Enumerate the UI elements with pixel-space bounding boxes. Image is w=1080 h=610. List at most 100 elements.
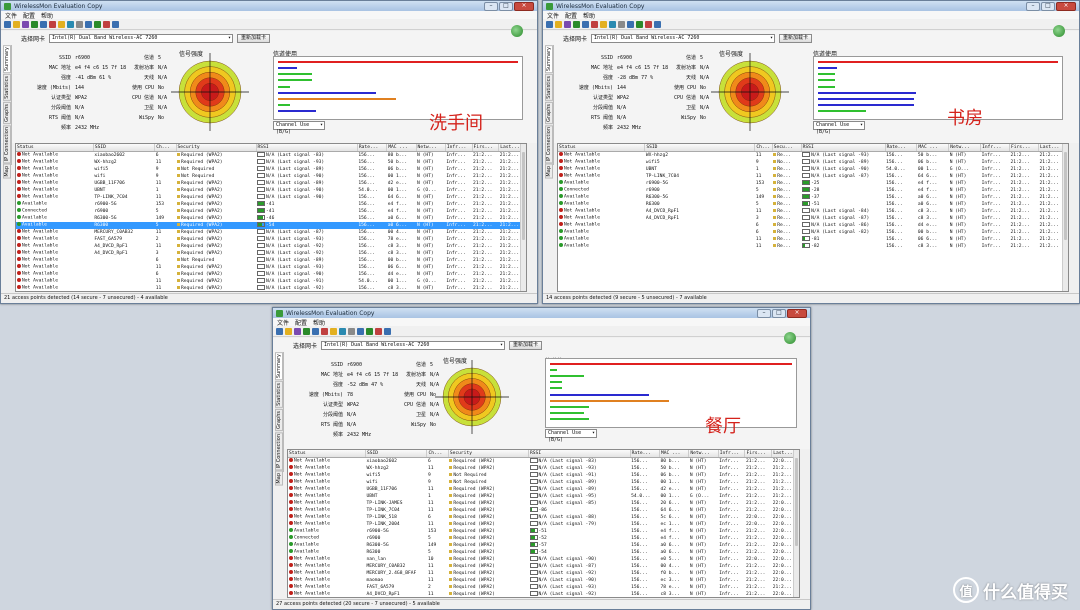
- table-row[interactable]: Available r6900-5G 153 Re... -25 156... e4 f..…: [558, 180, 1068, 187]
- scroll-thumb[interactable]: [522, 152, 525, 241]
- tab-summary[interactable]: Summary: [275, 352, 283, 381]
- toolbar-icon[interactable]: [49, 20, 56, 28]
- table-row[interactable]: Not Available wifi5 9 No... N/A (Last signal…: [558, 159, 1068, 166]
- toolbar-icon[interactable]: [67, 20, 74, 28]
- channel-use-select[interactable]: Channel Use (B/G): [273, 121, 325, 135]
- toolbar-icon[interactable]: [303, 327, 310, 335]
- table-row[interactable]: Available r6900-5G 153 Required (WPA2) -51 15…: [288, 528, 799, 535]
- table-row[interactable]: Not Available maomao 11 Required (WPA2) N/A …: [288, 577, 799, 584]
- column-header[interactable]: Status: [16, 144, 94, 152]
- toolbar-icon[interactable]: [76, 20, 83, 28]
- table-row[interactable]: Not Available TP-LINK_7C04 11 Required (WPA…: [288, 507, 799, 514]
- tab-map[interactable]: Map: [3, 164, 11, 179]
- toolbar-icon[interactable]: [645, 20, 652, 28]
- column-header[interactable]: Rate...: [630, 450, 660, 458]
- toolbar-icon[interactable]: [58, 20, 65, 28]
- tab-statistics[interactable]: Statistics: [545, 74, 553, 102]
- column-header[interactable]: Firs...: [1009, 144, 1039, 152]
- toolbar-icon[interactable]: [375, 327, 382, 335]
- close-button[interactable]: ×: [1056, 1, 1076, 11]
- toolbar-icon[interactable]: [94, 20, 101, 28]
- menu-item[interactable]: 帮助: [583, 11, 595, 20]
- menu-item[interactable]: 配置: [23, 11, 35, 20]
- table-row[interactable]: Not Available MERCURY_C0AB32 11 Required (W…: [288, 563, 799, 570]
- vertical-scrollbar[interactable]: [793, 450, 799, 597]
- toolbar-icon[interactable]: [591, 20, 598, 28]
- toolbar-icon[interactable]: [384, 327, 391, 335]
- table-row[interactable]: Available r6900-5G 153 Required (WPA2) -41 15…: [16, 201, 526, 208]
- vertical-scrollbar[interactable]: [1062, 144, 1068, 291]
- table-row[interactable]: Not Available 6 Required (WPA2) N/A (Last s…: [16, 271, 526, 278]
- column-header[interactable]: Ch...: [154, 144, 177, 152]
- table-row[interactable]: Not Available xiaobao2602 6 Required (WPA2)…: [288, 458, 799, 466]
- table-row[interactable]: Available R6300-5G 149 Required (WPA2) -57 15…: [288, 542, 799, 549]
- minimize-button[interactable]: –: [1026, 1, 1040, 11]
- table-row[interactable]: Not Available 6 Not Required N/A (Last sign…: [16, 257, 526, 264]
- close-button[interactable]: ×: [514, 1, 534, 11]
- reload-card-button[interactable]: 重新加载卡: [779, 34, 813, 43]
- table-row[interactable]: Connected r6900 5 Required (WPA2) -41 156... e…: [16, 208, 526, 215]
- tab-map[interactable]: Map: [275, 471, 283, 486]
- table-row[interactable]: Not Available 11 Required (WPA2) N/A (Last …: [16, 278, 526, 285]
- toolbar-icon[interactable]: [312, 327, 319, 335]
- table-row[interactable]: Not Available UBNT 1 Required (WPA2) N/A (La…: [288, 493, 799, 500]
- toolbar-icon[interactable]: [13, 20, 20, 28]
- table-row[interactable]: Available 6 Re... N/A (Last signal -82) 156.…: [558, 229, 1068, 236]
- table-row[interactable]: Available R6300-5G 149 Re... -37 156... a0 6..…: [558, 194, 1068, 201]
- tab-ip-connection[interactable]: IP Connection: [3, 124, 11, 164]
- tab-ip-connection[interactable]: IP Connection: [545, 124, 553, 164]
- column-header[interactable]: Rate...: [357, 144, 388, 152]
- menu-item[interactable]: 配置: [565, 11, 577, 20]
- tab-graphs[interactable]: Graphs: [545, 102, 553, 124]
- column-header[interactable]: Infr...: [718, 450, 746, 458]
- toolbar-icon[interactable]: [103, 20, 110, 28]
- table-row[interactable]: Not Available nan_lan 10 Required (WPA2) N/A…: [288, 556, 799, 563]
- table-row[interactable]: Not Available UGBB_11F706 11 Required (WPA2…: [288, 486, 799, 493]
- minimize-button[interactable]: –: [484, 1, 498, 11]
- table-row[interactable]: Not Available wifi5 9 Not Required N/A (Last…: [288, 472, 799, 479]
- table-row[interactable]: Not Available wifi5 9 Not Required N/A (Last…: [16, 166, 526, 173]
- table-row[interactable]: Not Available TP-LINK-JAMES 11 Required (WP…: [288, 500, 799, 507]
- column-header[interactable]: MAC ...: [386, 144, 417, 152]
- toolbar-icon[interactable]: [348, 327, 355, 335]
- column-header[interactable]: MAC ...: [659, 450, 690, 458]
- table-row[interactable]: Connected r6900 5 Re... -28 156... e4 f... N (H…: [558, 187, 1068, 194]
- tab-summary[interactable]: Summary: [545, 45, 553, 74]
- tab-ip-connection[interactable]: IP Connection: [275, 431, 283, 471]
- tab-map[interactable]: Map: [545, 164, 553, 179]
- column-header[interactable]: Firs...: [744, 450, 773, 458]
- column-header[interactable]: Infr...: [445, 144, 473, 152]
- column-header[interactable]: Firs...: [472, 144, 500, 152]
- tab-statistics[interactable]: Statistics: [3, 74, 11, 102]
- adapter-select[interactable]: Intel(R) Dual Band Wireless-AC 7260: [49, 34, 234, 43]
- column-header[interactable]: Netw...: [948, 144, 982, 152]
- table-row[interactable]: Not Available A4_DVCD_RpF1 11 Required (WPA…: [288, 591, 799, 597]
- column-header[interactable]: MAC ...: [916, 144, 950, 152]
- menu-item[interactable]: 帮助: [41, 11, 53, 20]
- toolbar-icon[interactable]: [366, 327, 373, 335]
- table-row[interactable]: Available R6300 5 Required (WPA2) -54 156... a…: [16, 222, 526, 229]
- table-row[interactable]: Not Available TP-LINK_7C04 11 Required (WPA…: [16, 194, 526, 201]
- toolbar-icon[interactable]: [573, 20, 580, 28]
- table-row[interactable]: Not Available 11 Required (WPA2) N/A (Last …: [16, 264, 526, 271]
- toolbar-icon[interactable]: [357, 327, 364, 335]
- table-row[interactable]: Available R6300-5G 149 Required (WPA2) -46 15…: [16, 215, 526, 222]
- scroll-thumb[interactable]: [795, 458, 798, 547]
- toolbar-icon[interactable]: [22, 20, 29, 28]
- column-header[interactable]: Ch...: [426, 450, 449, 458]
- table-row[interactable]: Available R6300 5 Re... -51 156... a0 6... N (H…: [558, 201, 1068, 208]
- toolbar-icon[interactable]: [294, 327, 301, 335]
- table-row[interactable]: Not Available UBNT 1 Required (WPA2) N/A (La…: [16, 187, 526, 194]
- column-header[interactable]: RSSI: [801, 144, 886, 152]
- table-row[interactable]: Available 11 Re... -82 156... c8 3... N (HT) In…: [558, 243, 1068, 250]
- toolbar-icon[interactable]: [276, 327, 283, 335]
- table-row[interactable]: Connected r6900 5 Required (WPA2) -52 156... e…: [288, 535, 799, 542]
- table-row[interactable]: Not Available UBNT 1 Re... N/A (Last signal …: [558, 166, 1068, 173]
- toolbar-icon[interactable]: [85, 20, 92, 28]
- column-header[interactable]: Netw...: [688, 450, 719, 458]
- table-row[interactable]: Not Available xiaobao2602 6 Required (WPA2)…: [16, 152, 526, 160]
- column-header[interactable]: Status: [288, 450, 366, 458]
- minimize-button[interactable]: –: [757, 308, 771, 318]
- toolbar-icon[interactable]: [546, 20, 553, 28]
- tab-graphs[interactable]: Graphs: [3, 102, 11, 124]
